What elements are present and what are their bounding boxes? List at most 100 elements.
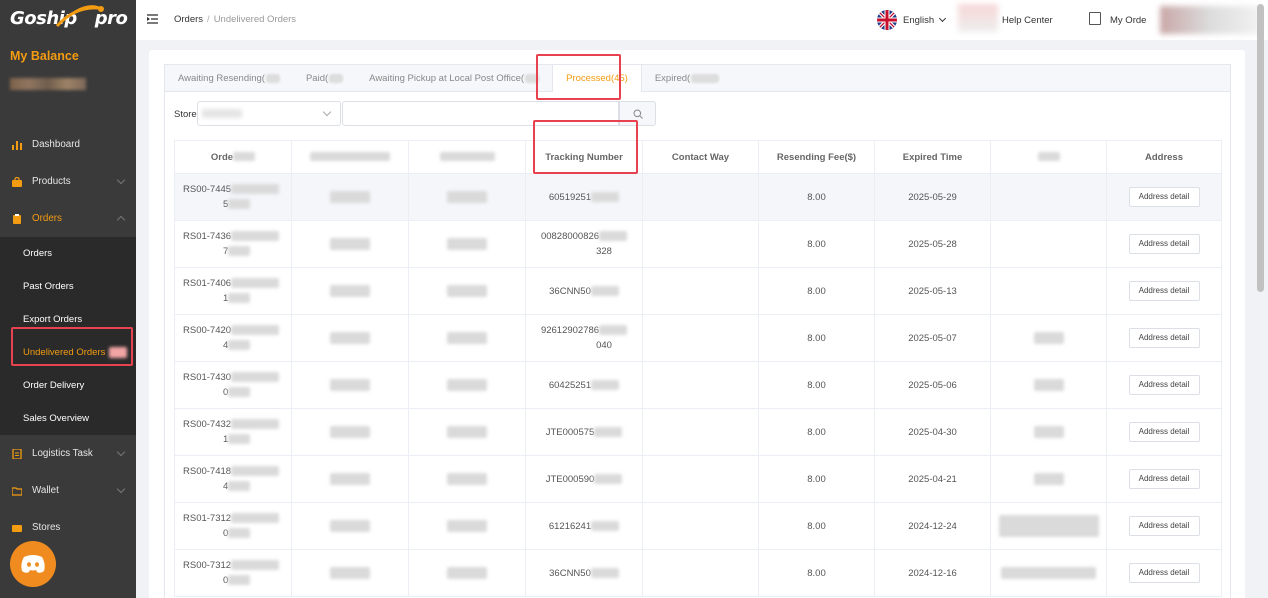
column-header-order[interactable]: Orde — [174, 140, 292, 174]
cell-order-number: RS01-7436 7 — [174, 220, 292, 268]
address-detail-button[interactable]: Address detail — [1128, 234, 1200, 254]
cell-tracking-number: JTE000590 — [525, 455, 643, 503]
cell-redacted — [291, 408, 409, 456]
cell-redacted — [408, 173, 526, 221]
cell-expired-time: 2025-04-21 — [874, 455, 991, 503]
address-detail-button[interactable]: Address detail — [1128, 281, 1200, 301]
address-detail-button[interactable]: Address detail — [1128, 328, 1200, 348]
chart-bar-icon — [12, 140, 22, 150]
breadcrumb-root[interactable]: Orders — [174, 14, 203, 25]
sidebar-item-wallet[interactable]: Wallet — [0, 472, 136, 509]
cell-resending-fee: 8.00 — [758, 220, 875, 268]
logo-swoosh-icon — [55, 5, 104, 28]
my-order-icon[interactable] — [1089, 12, 1101, 25]
header-redacted — [1037, 152, 1060, 162]
tracking-number-text: 61216241 — [548, 520, 592, 532]
my-order-link[interactable]: My Orde — [1110, 15, 1146, 26]
cell-redacted — [291, 267, 409, 315]
status-tabs: Awaiting Resending( Paid( Awaiting Picku… — [164, 64, 1231, 92]
sidebar-subitem-sales-overview[interactable]: Sales Overview — [0, 402, 136, 435]
cell-resending-fee: 8.00 — [758, 361, 875, 409]
cell-redacted — [990, 361, 1107, 409]
tab-awaiting-pickup[interactable]: Awaiting Pickup at Local Post Office( — [356, 65, 552, 92]
search-icon — [633, 109, 643, 119]
account-redacted — [1160, 6, 1260, 34]
cell-redacted — [291, 455, 409, 503]
balance-title: My Balance — [10, 49, 79, 63]
cell-expired-time: 2024-12-16 — [874, 549, 991, 597]
tracking-number-redacted — [590, 285, 619, 296]
scrollbar[interactable] — [1257, 4, 1264, 292]
sidebar-item-orders[interactable]: Orders — [0, 200, 136, 237]
highlight-undelivered-orders — [11, 327, 133, 366]
cell-value-redacted — [330, 567, 370, 579]
help-center-link[interactable]: Help Center — [1002, 15, 1053, 26]
cell-value-redacted — [447, 191, 487, 203]
sidebar-item-logistics-task[interactable]: Logistics Task — [0, 435, 136, 472]
cell-expired-time: 2025-05-29 — [874, 173, 991, 221]
tab-expired[interactable]: Expired( — [642, 65, 732, 92]
chevron-down-icon — [116, 447, 126, 457]
logo[interactable]: Goship pro — [0, 0, 136, 44]
sidebar-subitem-orders[interactable]: Orders — [0, 237, 136, 270]
cell-address: Address detail — [1106, 267, 1222, 315]
cell-redacted — [291, 549, 409, 597]
cell-value-redacted — [998, 515, 1099, 537]
order-number-redacted — [228, 575, 251, 586]
order-number-text: RS01-7436 — [183, 231, 232, 242]
tracking-number-redacted — [591, 520, 620, 531]
language-label: English — [903, 15, 935, 26]
header-redacted — [233, 152, 256, 162]
cell-value-redacted — [1001, 567, 1096, 579]
cell-redacted — [291, 502, 409, 550]
order-number-redacted — [228, 199, 251, 210]
store-select[interactable] — [197, 101, 341, 126]
cell-value-redacted — [1033, 379, 1064, 391]
address-detail-button[interactable]: Address detail — [1128, 375, 1200, 395]
cell-value-redacted — [447, 238, 487, 250]
chevron-down-icon — [322, 107, 332, 117]
address-detail-button[interactable]: Address detail — [1128, 563, 1200, 583]
address-detail-button[interactable]: Address detail — [1128, 469, 1200, 489]
cell-redacted — [990, 549, 1107, 597]
sidebar-item-label: Logistics Task — [32, 448, 93, 459]
cell-resending-fee: 8.00 — [758, 455, 875, 503]
cell-tracking-number: JTE000575 — [525, 408, 643, 456]
cell-value-redacted — [1033, 426, 1064, 438]
tracking-number-text: JTE000590 — [545, 473, 595, 485]
cell-redacted — [990, 408, 1107, 456]
column-header-redacted — [408, 140, 526, 174]
sidebar-subitem-past-orders[interactable]: Past Orders — [0, 270, 136, 303]
tab-paid[interactable]: Paid( — [293, 65, 356, 92]
tracking-number-redacted — [594, 473, 623, 484]
sidebar-item-label: Dashboard — [32, 139, 80, 150]
cell-value-redacted — [330, 238, 370, 250]
cell-value-redacted — [447, 332, 487, 344]
sidebar-item-dashboard[interactable]: Dashboard — [0, 126, 136, 163]
tab-label: Awaiting Pickup at Local Post Office( — [369, 73, 525, 84]
discord-button[interactable] — [10, 541, 56, 587]
address-detail-button[interactable]: Address detail — [1128, 422, 1200, 442]
order-number-redacted — [231, 278, 280, 289]
header-redacted — [310, 152, 390, 162]
cell-contact-way — [642, 361, 759, 409]
cell-redacted — [291, 220, 409, 268]
address-detail-button[interactable]: Address detail — [1128, 187, 1200, 207]
cell-order-number: RS01-7406 1 — [174, 267, 292, 315]
sidebar-item-products[interactable]: Products — [0, 163, 136, 200]
cell-resending-fee: 8.00 — [758, 408, 875, 456]
cell-tracking-number: 36CNN50 — [525, 549, 643, 597]
uk-flag-icon[interactable] — [877, 10, 897, 30]
cell-redacted — [408, 455, 526, 503]
tab-awaiting-resending[interactable]: Awaiting Resending( — [165, 65, 293, 92]
menu-fold-icon[interactable] — [147, 14, 158, 24]
tracking-number-redacted — [599, 325, 628, 336]
sidebar-subitem-order-delivery[interactable]: Order Delivery — [0, 369, 136, 402]
address-detail-button[interactable]: Address detail — [1128, 516, 1200, 536]
language-select[interactable]: English — [903, 14, 946, 26]
sidebar-item-label: Stores — [32, 522, 61, 533]
store-value-redacted — [202, 109, 242, 118]
cell-contact-way — [642, 267, 759, 315]
sidebar-item-stores[interactable]: Stores — [0, 509, 136, 546]
cell-contact-way — [642, 173, 759, 221]
